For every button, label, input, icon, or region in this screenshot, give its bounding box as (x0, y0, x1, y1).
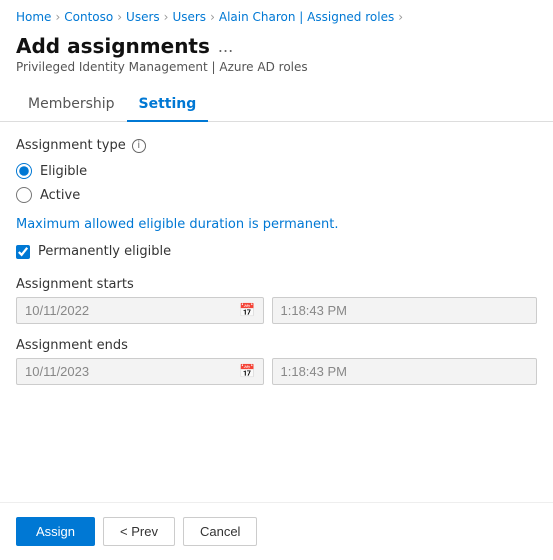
info-message: Maximum allowed eligible duration is per… (16, 217, 537, 232)
assignment-ends-group: Assignment ends 📅 (16, 338, 537, 385)
more-options-icon[interactable]: ... (218, 37, 233, 56)
breadcrumb-home[interactable]: Home (16, 10, 51, 24)
footer: Assign < Prev Cancel (0, 502, 553, 560)
calendar-icon-ends[interactable]: 📅 (239, 364, 255, 379)
breadcrumb-assigned-roles[interactable]: Alain Charon | Assigned roles (219, 10, 394, 24)
tab-membership[interactable]: Membership (16, 88, 127, 122)
assignment-starts-date-input[interactable] (16, 297, 264, 324)
breadcrumb-users-2[interactable]: Users (172, 10, 206, 24)
page-header: Add assignments ... Privileged Identity … (0, 30, 553, 78)
tab-setting[interactable]: Setting (127, 88, 209, 122)
breadcrumb-sep-1: › (55, 10, 60, 24)
assignment-ends-label: Assignment ends (16, 338, 537, 353)
assignment-type-radio-group: Eligible Active (16, 163, 537, 203)
assignment-starts-label: Assignment starts (16, 277, 537, 292)
page-subtitle: Privileged Identity Management | Azure A… (16, 60, 537, 74)
page-title: Add assignments (16, 34, 210, 58)
assignment-ends-date-wrap: 📅 (16, 358, 264, 385)
assignment-starts-group: Assignment starts 📅 (16, 277, 537, 324)
radio-active-input[interactable] (16, 187, 32, 203)
prev-button[interactable]: < Prev (103, 517, 175, 546)
radio-eligible-input[interactable] (16, 163, 32, 179)
assignment-ends-row: 📅 (16, 358, 537, 385)
radio-active-label: Active (40, 188, 80, 203)
page-wrapper: Home › Contoso › Users › Users › Alain C… (0, 0, 553, 560)
assignment-type-section: Assignment type i (16, 138, 537, 153)
info-icon[interactable]: i (132, 139, 146, 153)
assignment-ends-time-input[interactable] (272, 358, 538, 385)
assignment-starts-time-input[interactable] (272, 297, 538, 324)
breadcrumb-contoso[interactable]: Contoso (64, 10, 113, 24)
cancel-button[interactable]: Cancel (183, 517, 257, 546)
calendar-icon-starts[interactable]: 📅 (239, 303, 255, 318)
permanently-eligible-row: Permanently eligible (16, 244, 537, 259)
permanently-eligible-label: Permanently eligible (38, 244, 171, 259)
breadcrumb-sep-3: › (164, 10, 169, 24)
breadcrumb: Home › Contoso › Users › Users › Alain C… (0, 0, 553, 30)
tabs-container: Membership Setting (0, 88, 553, 122)
breadcrumb-sep-5: › (398, 10, 403, 24)
breadcrumb-users-1[interactable]: Users (126, 10, 160, 24)
assignment-starts-row: 📅 (16, 297, 537, 324)
permanently-eligible-checkbox[interactable] (16, 245, 30, 259)
breadcrumb-sep-4: › (210, 10, 215, 24)
assign-button[interactable]: Assign (16, 517, 95, 546)
content-area: Assignment type i Eligible Active Maximu… (0, 122, 553, 415)
assignment-type-label: Assignment type (16, 138, 126, 153)
radio-eligible-label: Eligible (40, 164, 87, 179)
radio-active[interactable]: Active (16, 187, 537, 203)
assignment-starts-date-wrap: 📅 (16, 297, 264, 324)
assignment-ends-date-input[interactable] (16, 358, 264, 385)
breadcrumb-sep-2: › (117, 10, 122, 24)
radio-eligible[interactable]: Eligible (16, 163, 537, 179)
